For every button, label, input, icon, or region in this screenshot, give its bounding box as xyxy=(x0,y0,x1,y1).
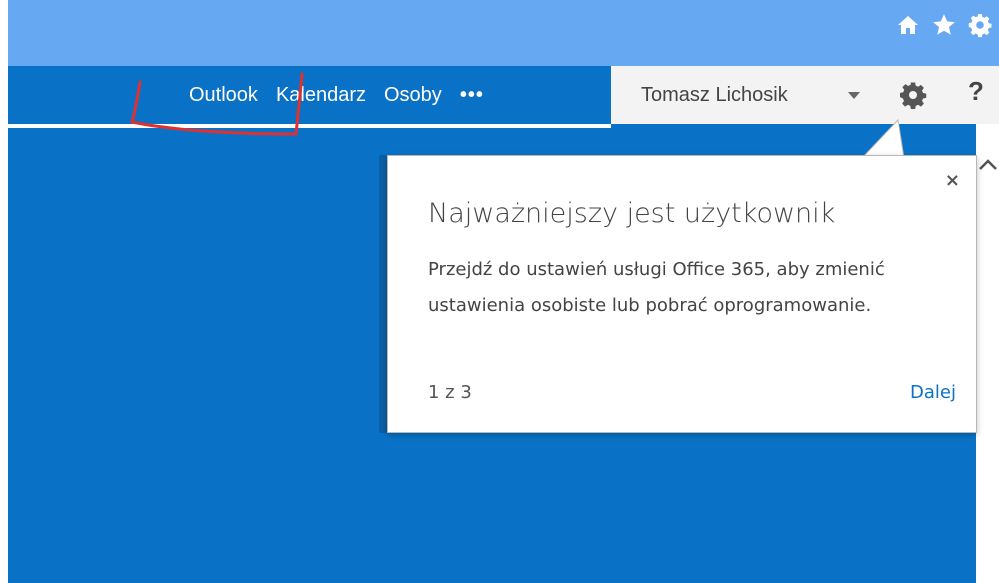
nav-divider xyxy=(8,124,611,128)
user-name-button[interactable]: Tomasz Lichosik xyxy=(641,80,788,110)
nav-item-kalendarz[interactable]: Kalendarz xyxy=(267,80,375,110)
close-icon[interactable]: × xyxy=(945,170,960,191)
nav-more-button[interactable]: ••• xyxy=(451,80,493,110)
nav-item-osoby[interactable]: Osoby xyxy=(375,80,451,110)
home-icon[interactable] xyxy=(895,12,921,38)
nav-item-outlook[interactable]: Outlook xyxy=(180,80,267,110)
left-gutter xyxy=(0,0,8,583)
gear-icon[interactable] xyxy=(967,12,993,38)
callout-page-indicator: 1 z 3 xyxy=(428,382,472,403)
chevron-down-icon[interactable] xyxy=(848,92,860,99)
callout-title: Najważniejszy jest użytkownik xyxy=(428,198,836,229)
suite-nav: Outlook Kalendarz Osoby ••• xyxy=(180,80,493,110)
help-button[interactable]: ? xyxy=(968,76,984,107)
callout-next-link[interactable]: Dalej xyxy=(910,382,956,403)
browser-icons xyxy=(895,12,993,38)
page-right-edge xyxy=(976,124,999,583)
callout-body: Przejdź do ustawień usługi Office 365, a… xyxy=(428,259,885,316)
chevron-up-icon[interactable] xyxy=(978,156,998,175)
callout-accent xyxy=(379,155,387,433)
settings-gear-icon[interactable] xyxy=(898,80,928,110)
user-area: Tomasz Lichosik ? xyxy=(611,66,999,124)
browser-toolbar xyxy=(8,0,999,66)
star-icon[interactable] xyxy=(931,12,957,38)
suite-bar: Outlook Kalendarz Osoby ••• Tomasz Licho… xyxy=(8,66,999,124)
callout-pointer xyxy=(862,118,905,158)
tip-callout: × Najważniejszy jest użytkownik Przejdź … xyxy=(387,155,977,433)
